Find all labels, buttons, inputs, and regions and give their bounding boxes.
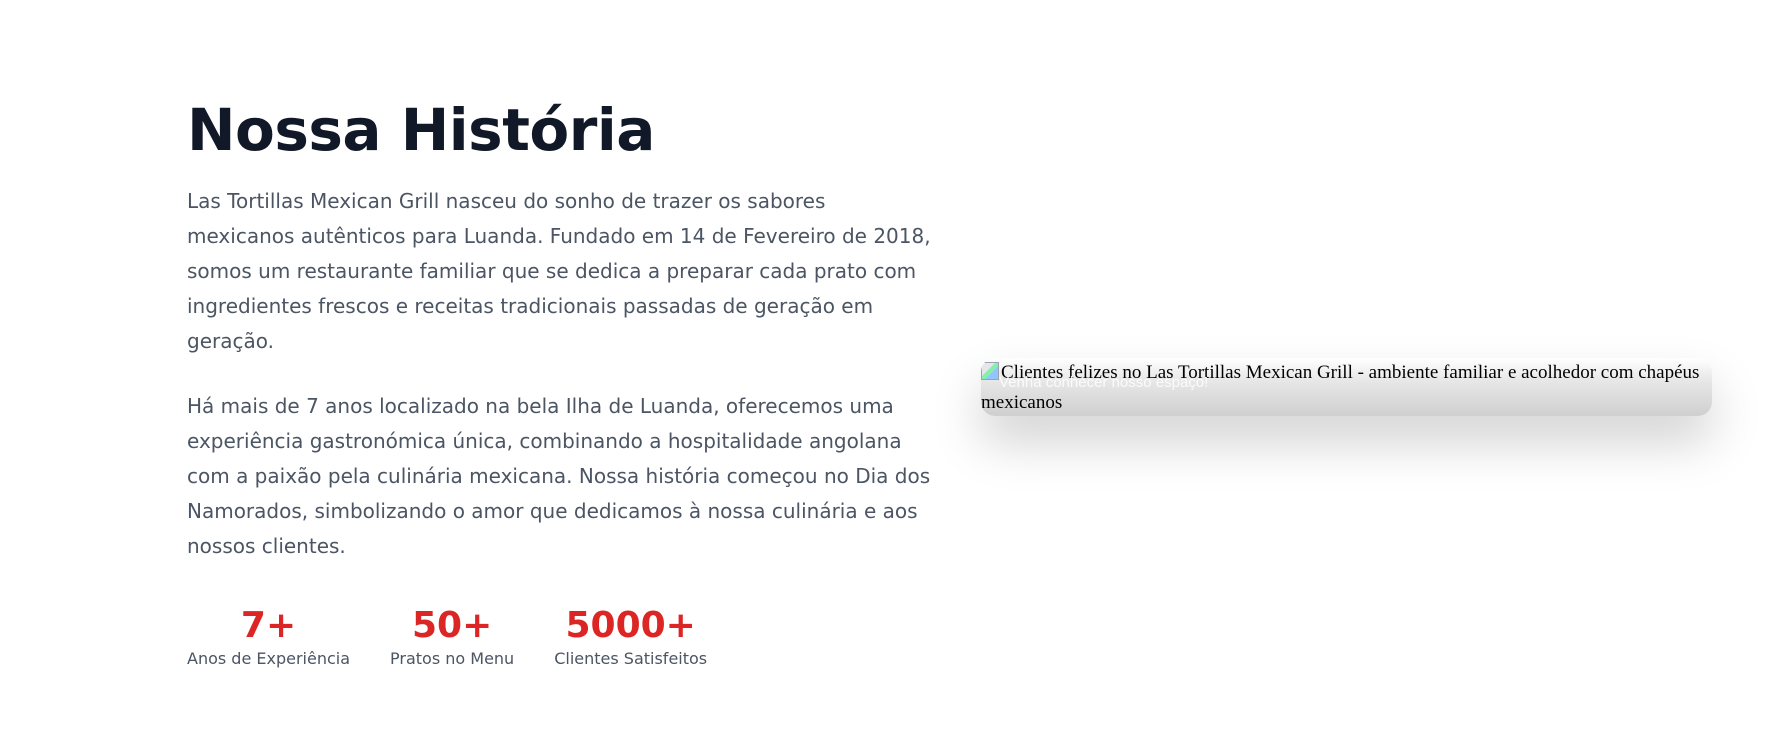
about-section: Nossa História Las Tortillas Mexican Gri…	[0, 0, 1774, 739]
broken-image-icon	[981, 362, 999, 380]
stat-label: Clientes Satisfeitos	[554, 649, 708, 668]
history-paragraph-2: Há mais de 7 anos localizado na bela Ilh…	[187, 394, 931, 558]
image-caption: Venha conhecer nosso espaço!	[999, 374, 1209, 391]
section-title: Nossa História	[187, 96, 655, 164]
stat-label: Pratos no Menu	[390, 649, 515, 668]
restaurant-image-card: Clientes felizes no Las Tortillas Mexica…	[981, 358, 1712, 416]
about-text-column: Nossa História Las Tortillas Mexican Gri…	[187, 90, 932, 670]
stat-years: 7+ Anos de Experiência	[187, 604, 350, 670]
stat-label: Anos de Experiência	[187, 649, 351, 668]
stat-dishes: 50+ Pratos no Menu	[390, 604, 514, 670]
stat-value: 7+	[240, 605, 297, 646]
stat-value: 5000+	[565, 605, 696, 646]
stats-row: 7+ Anos de Experiência 50+ Pratos no Men…	[187, 604, 932, 670]
stat-value: 50+	[411, 605, 493, 646]
history-paragraph-1: Las Tortillas Mexican Grill nasceu do so…	[187, 189, 931, 353]
stat-clients: 5000+ Clientes Satisfeitos	[554, 604, 707, 670]
